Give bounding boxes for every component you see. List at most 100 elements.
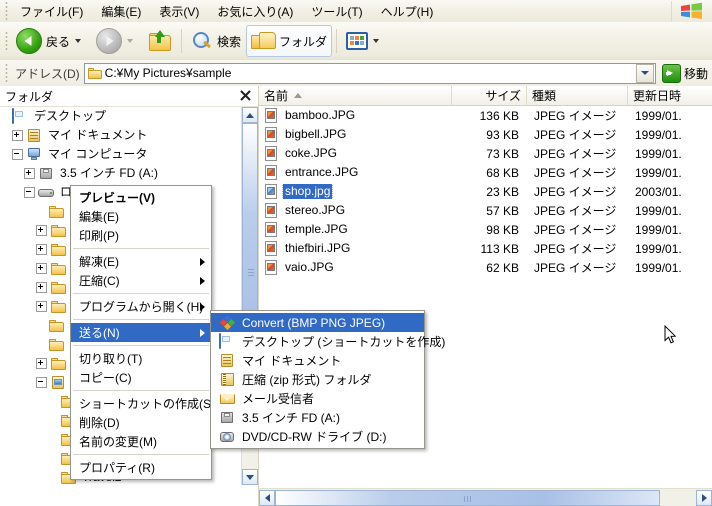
table-row[interactable]: entrance.JPG 68 KB JPEG イメージ 1999/01. <box>259 163 712 182</box>
menu-item-help[interactable]: ヘルプ(H) <box>372 1 443 22</box>
column-header-type[interactable]: 種類 <box>527 86 628 105</box>
file-name-cell[interactable]: bigbell.JPG <box>259 127 452 142</box>
back-button[interactable]: 戻る <box>11 25 91 57</box>
forward-dropdown-icon[interactable] <box>127 39 134 43</box>
send-to-submenu[interactable]: Convert (BMP PNG JPEG) デスクトップ (ショートカットを作成… <box>210 310 445 449</box>
context-menu-item[interactable]: デスクトップ (ショートカットを作成) <box>211 332 445 351</box>
file-name-cell[interactable]: entrance.JPG <box>259 165 452 180</box>
file-name-cell[interactable]: temple.JPG <box>259 222 452 237</box>
file-name-cell[interactable]: shop.jpg <box>259 184 452 199</box>
back-arrow-icon <box>16 28 42 54</box>
menu-grip[interactable] <box>2 2 11 20</box>
menu-item-tools[interactable]: ツール(T) <box>302 1 371 22</box>
context-menu-item[interactable]: メール受信者 <box>211 389 424 408</box>
expand-icon[interactable] <box>12 130 23 141</box>
context-menu-item-label: 圧縮 (zip 形式) フォルダ <box>242 373 372 387</box>
desktop-icon <box>12 108 29 124</box>
table-row[interactable]: thiefbiri.JPG 113 KB JPEG イメージ 1999/01. <box>259 239 712 258</box>
context-menu-item[interactable]: 編集(E) <box>71 207 211 226</box>
tree-scroll-up-button[interactable] <box>242 107 258 123</box>
context-menu-item[interactable]: 印刷(P) <box>71 226 211 245</box>
forward-button[interactable] <box>91 25 143 57</box>
close-icon[interactable] <box>239 89 252 102</box>
toolbar-grip[interactable] <box>2 32 11 50</box>
menu-separator <box>73 454 209 455</box>
expand-icon[interactable] <box>36 244 47 255</box>
context-menu[interactable]: プレビュー(V) 編集(E) 印刷(P) 解凍(E) 圧縮(C) プログラムから開く(H)… <box>70 185 215 480</box>
file-name-cell[interactable]: stereo.JPG <box>259 203 452 218</box>
context-menu-item[interactable]: マイ ドキュメント <box>211 351 424 370</box>
table-row[interactable]: bamboo.JPG 136 KB JPEG イメージ 1999/01. <box>259 106 712 125</box>
table-row[interactable]: coke.JPG 73 KB JPEG イメージ 1999/01. <box>259 144 712 163</box>
up-button[interactable] <box>143 25 177 57</box>
menu-item-view[interactable]: 表示(V) <box>150 1 208 22</box>
file-name-cell[interactable]: thiefbiri.JPG <box>259 241 452 256</box>
context-menu-item[interactable]: プログラムから開く(H) <box>71 297 211 316</box>
go-button[interactable]: 移動 <box>658 62 712 84</box>
context-menu-item[interactable]: Convert (BMP PNG JPEG) <box>211 313 424 332</box>
back-dropdown-icon[interactable] <box>75 39 82 43</box>
context-menu-item[interactable]: 圧縮 (zip 形式) フォルダ <box>211 370 424 389</box>
file-name-cell[interactable]: coke.JPG <box>259 146 452 161</box>
menu-item-favorites[interactable]: お気に入り(A) <box>208 1 302 22</box>
context-menu-item[interactable]: ショートカットの作成(S) <box>71 394 215 413</box>
collapse-icon[interactable] <box>36 377 47 388</box>
tree-item-label: マイ コンピュータ <box>48 147 148 161</box>
address-input[interactable]: C:¥My Pictures¥sample <box>83 62 656 84</box>
table-row[interactable]: bigbell.JPG 93 KB JPEG イメージ 1999/01. <box>259 125 712 144</box>
context-menu-item[interactable]: 3.5 インチ FD (A:) <box>211 408 424 427</box>
file-name-label: stereo.JPG <box>285 203 346 217</box>
tree-item-2[interactable]: マイ コンピュータ <box>0 145 241 164</box>
context-menu-item[interactable]: 削除(D) <box>71 413 211 432</box>
expand-icon[interactable] <box>36 225 47 236</box>
tree-item-3[interactable]: 3.5 インチ FD (A:) <box>0 164 241 183</box>
tree-scroll-down-button[interactable] <box>242 469 258 485</box>
file-name-label: shop.jpg <box>281 184 334 199</box>
file-type-cell: JPEG イメージ <box>534 204 617 218</box>
menu-separator <box>73 293 209 294</box>
table-row[interactable]: vaio.JPG 62 KB JPEG イメージ 1999/01. <box>259 258 712 277</box>
column-header-date[interactable]: 更新日時 <box>628 86 712 105</box>
scroll-right-button[interactable] <box>696 489 712 506</box>
folder-icon <box>50 261 67 276</box>
folders-button[interactable]: フォルダ <box>246 25 333 57</box>
context-menu-item[interactable]: 解凍(E) <box>71 252 211 271</box>
menu-item-edit[interactable]: 編集(E) <box>92 1 150 22</box>
expand-icon[interactable] <box>36 282 47 293</box>
context-menu-item[interactable]: 切り取り(T) <box>71 349 211 368</box>
context-menu-item[interactable]: DVD/CD-RW ドライブ (D:) <box>211 427 424 446</box>
expand-icon[interactable] <box>36 358 47 369</box>
table-row[interactable]: shop.jpg 23 KB JPEG イメージ 2003/01. <box>259 182 712 201</box>
file-list[interactable]: bamboo.JPG 136 KB JPEG イメージ 1999/01. bigbell… <box>259 106 712 277</box>
menu-item-file[interactable]: ファイル(F) <box>11 1 92 22</box>
my-computer-icon <box>26 147 43 162</box>
views-dropdown-icon[interactable] <box>373 39 380 43</box>
tree-item-0[interactable]: デスクトップ <box>0 107 241 126</box>
file-list-horizontal-scrollbar[interactable] <box>259 488 712 506</box>
expand-icon[interactable] <box>24 168 35 179</box>
tree-item-1[interactable]: マイ ドキュメント <box>0 126 241 145</box>
search-button[interactable]: 検索 <box>186 25 246 57</box>
context-menu-item[interactable]: 名前の変更(M) <box>71 432 211 451</box>
collapse-icon[interactable] <box>12 149 23 160</box>
expand-icon[interactable] <box>36 301 47 312</box>
expand-icon[interactable] <box>36 263 47 274</box>
context-menu-item[interactable]: プレビュー(V) <box>71 188 211 207</box>
address-dropdown-button[interactable] <box>635 63 654 83</box>
menu-separator <box>73 345 209 346</box>
hscrollbar-thumb[interactable] <box>275 489 660 506</box>
column-header-name[interactable]: 名前 <box>259 86 452 105</box>
column-header-size[interactable]: サイズ <box>452 86 527 105</box>
table-row[interactable]: stereo.JPG 57 KB JPEG イメージ 1999/01. <box>259 201 712 220</box>
scroll-left-button[interactable] <box>259 489 275 506</box>
context-menu-item[interactable]: 送る(N) <box>71 323 211 342</box>
context-menu-item[interactable]: プロパティ(R) <box>71 458 211 477</box>
views-button[interactable] <box>341 25 389 57</box>
collapse-icon[interactable] <box>24 187 35 198</box>
file-name-cell[interactable]: vaio.JPG <box>259 260 452 275</box>
context-menu-item[interactable]: 圧縮(C) <box>71 271 211 290</box>
address-grip[interactable] <box>2 64 11 82</box>
table-row[interactable]: temple.JPG 98 KB JPEG イメージ 1999/01. <box>259 220 712 239</box>
context-menu-item[interactable]: コピー(C) <box>71 368 211 387</box>
file-name-cell[interactable]: bamboo.JPG <box>259 108 452 123</box>
